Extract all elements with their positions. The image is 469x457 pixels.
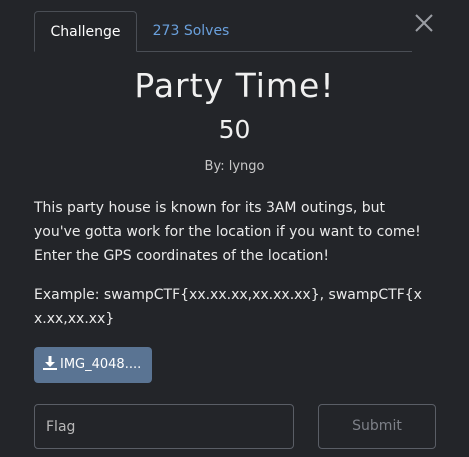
flag-input[interactable] — [34, 404, 294, 449]
challenge-author: By: lyngo — [204, 159, 265, 174]
challenge-modal: Challenge 273 Solves Party Time! 50 By: … — [0, 0, 469, 457]
tab-bar: Challenge 273 Solves — [34, 11, 412, 52]
challenge-points: 50 — [218, 115, 251, 144]
challenge-description: This party house is known for its 3AM ou… — [34, 200, 421, 264]
close-icon[interactable] — [413, 12, 435, 34]
attachment-download-button[interactable]: IMG_4048.... — [34, 347, 152, 383]
tab-solves[interactable]: 273 Solves — [143, 11, 239, 51]
tab-challenge[interactable]: Challenge — [34, 11, 137, 52]
submit-button[interactable]: Submit — [318, 404, 436, 449]
attachment-label: IMG_4048.... — [60, 357, 142, 372]
challenge-title: Party Time! — [134, 66, 335, 105]
challenge-example: Example: swampCTF{xx.xx.xx,xx.xx.xx}, sw… — [34, 287, 422, 327]
download-icon — [42, 356, 60, 372]
